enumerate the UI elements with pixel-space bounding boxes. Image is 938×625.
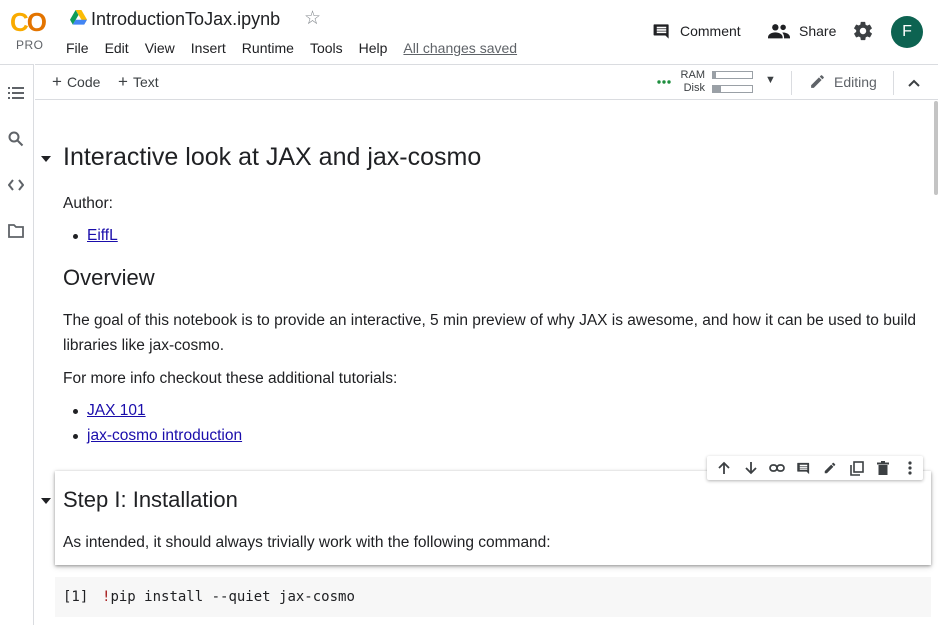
link-icon[interactable] (764, 456, 791, 480)
menu-runtime[interactable]: Runtime (242, 39, 294, 57)
collapse-section-icon[interactable] (40, 155, 52, 163)
delete-icon[interactable] (870, 456, 897, 480)
jax-cosmo-intro-link[interactable]: jax-cosmo introduction (87, 427, 242, 444)
edit-icon[interactable] (817, 456, 844, 480)
table-of-contents-icon[interactable] (6, 83, 26, 103)
more-info-paragraph: For more info checkout these additional … (63, 370, 398, 387)
heading-overview: Overview (63, 265, 155, 290)
move-down-icon[interactable] (738, 456, 765, 480)
list-item: JAX 101 (73, 401, 146, 421)
collapse-section-icon[interactable] (40, 497, 52, 505)
add-text-label: Text (132, 73, 159, 90)
code-snippets-icon[interactable] (6, 175, 26, 195)
chevron-up-icon[interactable] (905, 74, 923, 92)
notebook-toolbar: + Code + Text RAM Disk ▼ Editing (35, 64, 938, 100)
resource-labels[interactable]: RAM Disk (679, 69, 705, 95)
comment-label: Comment (680, 23, 741, 39)
disk-label: Disk (683, 82, 705, 94)
add-text-button[interactable]: + Text (118, 73, 159, 90)
heading-step1: Step I: Installation (63, 487, 238, 512)
ram-label: RAM (680, 69, 705, 81)
colab-logo[interactable]: CO PRO (10, 8, 52, 52)
resource-dropdown-icon[interactable]: ▼ (765, 74, 776, 86)
toolbar-divider (893, 71, 894, 95)
gear-icon[interactable] (852, 20, 874, 42)
plus-icon: + (52, 72, 62, 91)
author-label: Author: (63, 195, 113, 212)
plus-icon: + (118, 72, 128, 91)
notebook-title[interactable]: IntroductionToJax.ipynb (91, 8, 280, 30)
search-icon[interactable] (6, 129, 26, 149)
notebook-area: Interactive look at JAX and jax-cosmo Au… (35, 101, 938, 625)
plan-badge: PRO (16, 38, 44, 52)
logo-text: CO (10, 7, 47, 37)
comment-button[interactable]: Comment (652, 18, 741, 44)
connection-status-icon (657, 80, 671, 84)
people-icon (768, 24, 790, 39)
star-icon[interactable]: ☆ (304, 9, 321, 29)
code-editor[interactable]: !pip install --quiet jax-cosmo (102, 589, 355, 605)
left-rail (0, 64, 34, 625)
code-command: pip install --quiet jax-cosmo (110, 589, 355, 605)
list-item: jax-cosmo introduction (72, 426, 242, 446)
ram-usage-bar[interactable] (712, 71, 753, 79)
move-up-icon[interactable] (711, 456, 738, 480)
files-icon[interactable] (6, 221, 26, 241)
ram-usage-fill (713, 72, 717, 78)
list-item: EiffL (73, 226, 118, 246)
comment-icon (653, 23, 669, 39)
save-status[interactable]: All changes saved (403, 40, 517, 56)
cell-toolbar (707, 456, 923, 480)
step1-paragraph: As intended, it should always trivially … (63, 534, 551, 551)
menu-insert[interactable]: Insert (191, 39, 226, 57)
share-button[interactable]: Share (768, 18, 836, 44)
app-header: CO PRO IntroductionToJax.ipynb ☆ File Ed… (0, 0, 938, 64)
menu-edit[interactable]: Edit (105, 39, 129, 57)
pencil-icon (811, 75, 824, 88)
disk-usage-bar[interactable] (712, 85, 753, 93)
google-drive-icon[interactable] (70, 10, 87, 25)
comment-icon[interactable] (791, 456, 818, 480)
overview-paragraph: The goal of this notebook is to provide … (63, 312, 916, 354)
menu-bar: File Edit View Insert Runtime Tools Help… (66, 39, 517, 57)
more-icon[interactable] (897, 456, 924, 480)
toolbar-divider (791, 71, 792, 95)
menu-file[interactable]: File (66, 39, 89, 57)
jax-101-link[interactable]: JAX 101 (87, 402, 146, 419)
menu-help[interactable]: Help (359, 39, 388, 57)
add-code-button[interactable]: + Code (52, 73, 100, 90)
menu-view[interactable]: View (145, 39, 175, 57)
heading-main: Interactive look at JAX and jax-cosmo (63, 143, 482, 171)
editing-label: Editing (834, 73, 877, 90)
avatar[interactable]: F (891, 16, 923, 48)
menu-tools[interactable]: Tools (310, 39, 343, 57)
share-label: Share (799, 23, 837, 39)
disk-usage-fill (713, 86, 721, 92)
add-code-label: Code (66, 73, 101, 90)
author-link[interactable]: EiffL (87, 227, 118, 244)
editing-mode-button[interactable]: Editing (809, 73, 877, 90)
execution-count: [1] (63, 589, 89, 605)
mirror-cell-icon[interactable] (844, 456, 871, 480)
code-cell[interactable]: [1] !pip install --quiet jax-cosmo (55, 577, 931, 617)
scrollbar[interactable] (934, 101, 938, 195)
